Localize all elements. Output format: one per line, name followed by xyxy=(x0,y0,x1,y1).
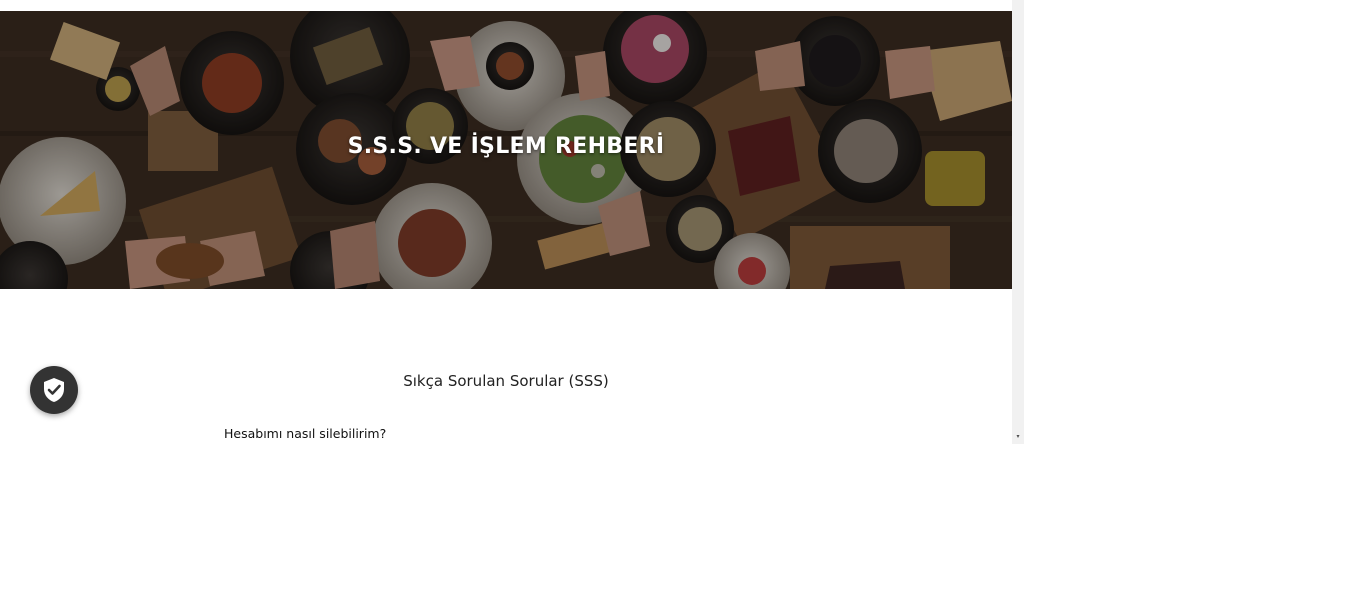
vertical-scrollbar[interactable]: ▾ xyxy=(1012,0,1024,444)
page-title: S.S.S. VE İŞLEM REHBERİ xyxy=(347,134,665,159)
privacy-settings-button[interactable] xyxy=(30,366,78,414)
shield-check-icon xyxy=(44,378,64,402)
browser-viewport: S.S.S. VE İŞLEM REHBERİ Sıkça Sorulan So… xyxy=(0,0,1024,444)
hero-banner: S.S.S. VE İŞLEM REHBERİ xyxy=(0,11,1012,289)
faq-section-title: Sıkça Sorulan Sorular (SSS) xyxy=(403,372,609,390)
faq-question-delete-account[interactable]: Hesabımı nasıl silebilirim? xyxy=(224,426,386,441)
page: S.S.S. VE İŞLEM REHBERİ Sıkça Sorulan So… xyxy=(0,0,1012,444)
scroll-down-arrow[interactable]: ▾ xyxy=(1012,433,1024,441)
